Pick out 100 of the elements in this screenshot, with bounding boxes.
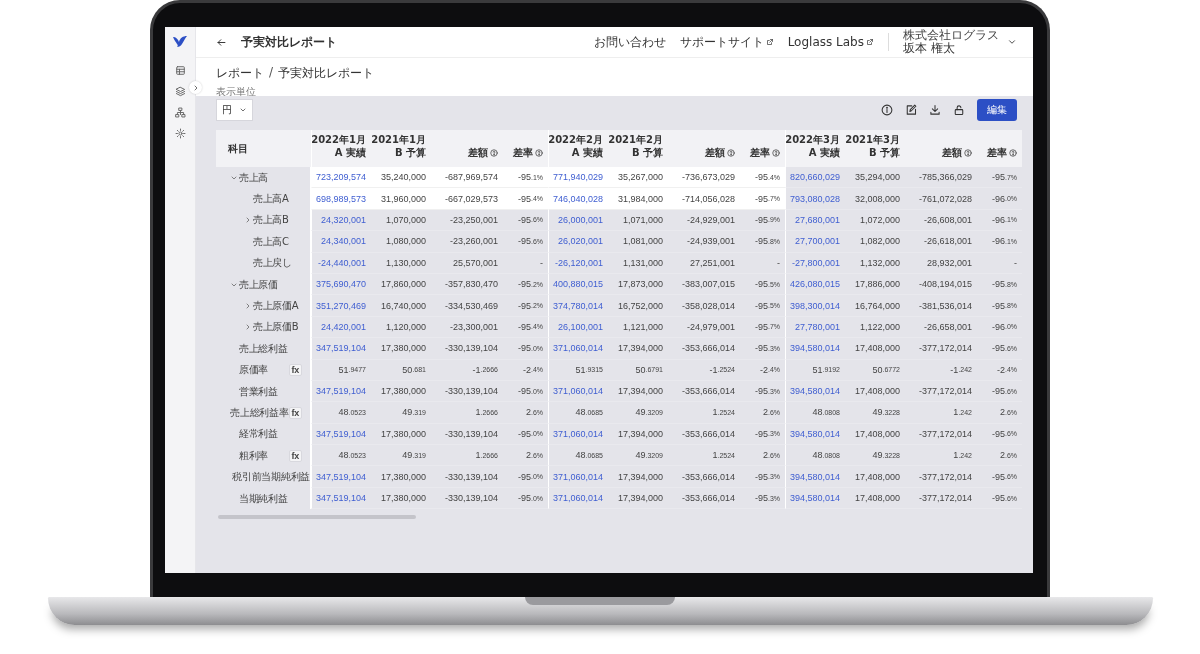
amount-link[interactable]: 371,060,014 (548, 338, 608, 360)
table-cell: 1,071,000 (608, 209, 668, 232)
header-link[interactable]: Loglass Labs (787, 35, 874, 49)
account-name: 売上原価B (253, 320, 299, 335)
account-name: 当期純利益 (239, 491, 288, 506)
amount-link[interactable]: -24,440,001 (311, 252, 371, 274)
company-name: 株式会社ログラス (903, 28, 999, 42)
amount-link[interactable]: 371,060,014 (548, 380, 608, 403)
formula-badge: fx (288, 449, 302, 462)
amount-link[interactable]: 26,020,001 (548, 231, 608, 253)
amount-link[interactable]: 351,270,469 (311, 295, 371, 317)
amount-link[interactable]: 394,580,014 (785, 466, 845, 488)
table-cell: -24,939,001 (668, 231, 740, 253)
table-cell: 17,408,000 (845, 423, 905, 446)
amount-link[interactable]: 723,209,574 (311, 167, 371, 189)
amount-link[interactable]: 24,420,001 (311, 316, 371, 339)
table-cell: -687,969,574 (431, 167, 503, 189)
table-cell: 1,121,000 (608, 316, 668, 339)
account-name: 売上原価A (253, 299, 299, 314)
amount-link[interactable]: 375,690,470 (311, 273, 371, 296)
amount-link[interactable]: 27,780,001 (785, 316, 845, 339)
amount-link[interactable]: 746,040,028 (548, 188, 608, 210)
column-header: 差額 (942, 146, 962, 159)
table-cell: -353,666,014 (668, 423, 740, 446)
table-cell: 1,082,000 (845, 231, 905, 253)
amount-link[interactable]: 394,580,014 (785, 423, 845, 446)
unlock-icon[interactable] (953, 103, 965, 116)
table-cell: 17,886,000 (845, 273, 905, 296)
table-cell: -26,608,001 (905, 209, 977, 232)
table-cell: -761,072,028 (905, 188, 977, 210)
scrollbar[interactable] (218, 515, 416, 520)
info-icon[interactable] (881, 103, 893, 116)
amount-link[interactable]: 347,519,104 (311, 423, 371, 446)
header-link[interactable]: お問い合わせ (593, 33, 666, 51)
amount-link[interactable]: 27,700,001 (785, 231, 845, 253)
amount-link[interactable]: 347,519,104 (311, 487, 371, 510)
table-cell: 31,984,000 (608, 188, 668, 210)
column-header: 科目 (228, 142, 248, 155)
table-cell: -330,139,104 (431, 380, 503, 403)
table-cell: 1,072,000 (845, 209, 905, 232)
back-arrow-icon[interactable] (216, 36, 227, 48)
amount-link[interactable]: 24,340,001 (311, 231, 371, 253)
bird-logo-icon (172, 35, 188, 49)
account-name: 原価率 (239, 363, 269, 378)
table-cell: -353,666,014 (668, 466, 740, 488)
unit-select[interactable]: 円 (216, 98, 253, 121)
amount-link[interactable]: 371,060,014 (548, 423, 608, 446)
table-cell: 17,394,000 (608, 466, 668, 488)
table-cell: 16,740,000 (371, 295, 431, 317)
table-cell: -330,139,104 (431, 338, 503, 360)
amount-link[interactable]: 698,989,573 (311, 188, 371, 210)
column-header: A 実績 (334, 146, 366, 159)
amount-link[interactable]: 27,680,001 (785, 209, 845, 232)
amount-link[interactable]: 347,519,104 (311, 466, 371, 488)
amount-link[interactable]: 398,300,014 (785, 295, 845, 317)
table-cell: 31,960,000 (371, 188, 431, 210)
amount-link[interactable]: 26,100,001 (548, 316, 608, 339)
chevron-down-icon[interactable] (1007, 37, 1017, 47)
edit-icon[interactable] (905, 103, 917, 116)
help-icon (727, 148, 735, 157)
amount-link[interactable]: 394,580,014 (785, 380, 845, 403)
layers-icon[interactable] (174, 86, 186, 97)
breadcrumb-item[interactable]: レポート (216, 65, 264, 82)
formula-badge: fx (288, 364, 302, 377)
edit-button[interactable]: 編集 (977, 98, 1017, 121)
table-cell: 35,240,000 (371, 167, 431, 189)
account-name: 営業利益 (239, 384, 278, 399)
amount-link[interactable]: -26,120,001 (548, 252, 608, 274)
table-cell: -353,666,014 (668, 338, 740, 360)
table-cell: 28,932,001 (905, 252, 977, 274)
table-cell: 17,380,000 (371, 380, 431, 403)
download-icon[interactable] (929, 103, 941, 116)
amount-link[interactable]: 347,519,104 (311, 380, 371, 403)
amount-link[interactable]: 374,780,014 (548, 295, 608, 317)
amount-link[interactable]: -27,800,001 (785, 252, 845, 274)
amount-link[interactable]: 820,660,029 (785, 167, 845, 189)
table-cell: -377,172,014 (905, 487, 977, 510)
amount-link[interactable]: 394,580,014 (785, 338, 845, 360)
table-cell: -377,172,014 (905, 466, 977, 488)
external-link-icon (866, 38, 874, 46)
amount-link[interactable]: 371,060,014 (548, 466, 608, 488)
amount-link[interactable]: 426,080,015 (785, 273, 845, 296)
amount-link[interactable]: 394,580,014 (785, 487, 845, 510)
table-cell: 17,873,000 (608, 273, 668, 296)
amount-link[interactable]: 347,519,104 (311, 338, 371, 360)
amount-link[interactable]: 400,880,015 (548, 273, 608, 296)
amount-link[interactable]: 24,320,001 (311, 209, 371, 232)
table-cell: -24,979,001 (668, 316, 740, 339)
expand-sidebar-button[interactable] (189, 81, 202, 94)
table-cell: -667,029,573 (431, 188, 503, 210)
header-link[interactable]: サポートサイト (679, 33, 774, 51)
amount-link[interactable]: 793,080,028 (785, 188, 845, 210)
amount-link[interactable]: 371,060,014 (548, 487, 608, 510)
table-cell: 25,570,001 (431, 252, 503, 274)
amount-link[interactable]: 26,000,001 (548, 209, 608, 232)
table-icon[interactable] (174, 65, 186, 76)
amount-link[interactable]: 771,940,029 (548, 167, 608, 189)
sitemap-icon[interactable] (174, 107, 186, 118)
account-name: 売上高 (239, 170, 269, 185)
account-name: 粗利率 (239, 448, 269, 463)
